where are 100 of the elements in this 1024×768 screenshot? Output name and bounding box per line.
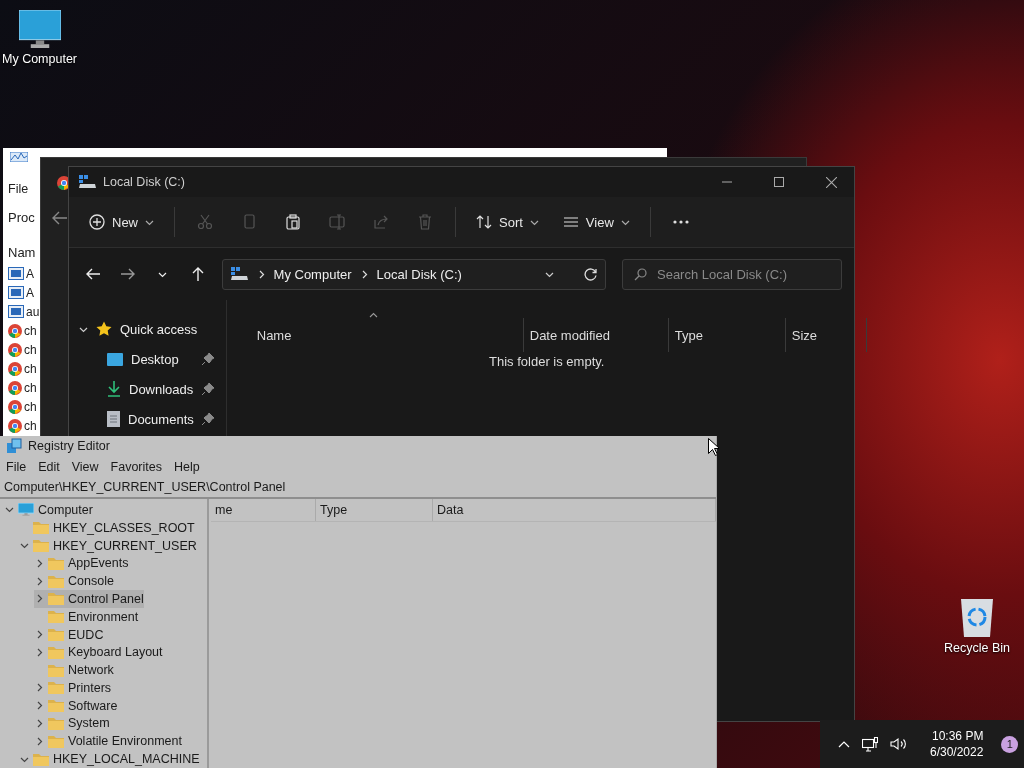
desktop-icon-label[interactable]: My Computer — [2, 52, 78, 66]
star-icon — [96, 321, 112, 337]
address-bar[interactable]: My Computer Local Disk (C:) — [221, 258, 606, 290]
chevron-down-icon — [4, 505, 14, 515]
network-monitor-icon — [862, 736, 878, 752]
folder-icon — [48, 734, 64, 748]
refresh-icon — [584, 267, 597, 281]
tree-node[interactable]: HKEY_CURRENT_USER — [19, 536, 197, 555]
process-name[interactable]: ch — [24, 323, 37, 338]
process-name[interactable]: ch — [24, 418, 37, 433]
folder-icon — [48, 556, 64, 570]
search-field[interactable]: Search Local Disk (C:) — [622, 258, 842, 290]
window-title: Registry Editor — [28, 439, 110, 454]
app-window-icon — [8, 267, 24, 280]
folder-icon — [33, 539, 49, 552]
folder-icon — [33, 521, 49, 535]
mouse-pointer-icon — [708, 438, 719, 456]
tree-node[interactable]: Console — [34, 572, 114, 590]
tree-node[interactable]: HKEY_CLASSES_ROOT — [19, 518, 195, 537]
tree-node[interactable]: Printers — [34, 679, 112, 697]
search-icon — [634, 267, 647, 281]
breadcrumb[interactable]: My Computer — [273, 266, 352, 282]
tree-node[interactable]: EUDC — [34, 625, 104, 644]
column-header[interactable]: Date modified — [523, 318, 669, 352]
recycle-bin-icon — [959, 597, 995, 637]
menu-item[interactable]: Favorites — [104, 459, 168, 474]
app-window-icon — [8, 286, 24, 299]
tree-node[interactable]: Volatile Environment — [34, 732, 182, 751]
nav-item[interactable]: Downloads — [69, 374, 226, 404]
chart-icon — [10, 152, 28, 162]
folder-icon — [48, 628, 64, 641]
folder-icon — [48, 574, 64, 588]
process-name[interactable]: A — [26, 266, 34, 281]
window-title: Local Disk (C:) — [103, 175, 186, 189]
column-header[interactable]: me — [211, 499, 316, 522]
desktop-icon — [107, 352, 123, 366]
drive-icon — [79, 175, 97, 189]
nav-item[interactable]: Quick access — [69, 314, 226, 344]
tree-node[interactable]: Keyboard Layout — [34, 643, 163, 662]
menu-item[interactable]: View — [65, 459, 105, 474]
new-button[interactable]: New — [79, 204, 164, 240]
chrome-icon — [8, 399, 22, 414]
monitor-icon — [18, 503, 34, 517]
tree-node[interactable]: Control Panel — [34, 590, 144, 608]
folder-icon — [48, 681, 64, 695]
back-arrow-icon — [85, 268, 100, 280]
column-header[interactable]: Type — [316, 499, 433, 522]
column-header[interactable]: Data — [433, 499, 716, 522]
folder-icon — [48, 610, 64, 624]
process-name[interactable]: A — [26, 285, 34, 300]
forward-arrow-icon — [120, 268, 135, 280]
folder-icon — [48, 699, 64, 713]
maximize-icon — [774, 177, 784, 187]
desktop-icon-label[interactable]: Recycle Bin — [944, 641, 1010, 655]
chevron-up-icon — [838, 740, 850, 748]
chrome-icon — [8, 361, 22, 376]
drive-icon — [230, 267, 249, 281]
process-name[interactable]: ch — [24, 380, 37, 395]
menu-item[interactable]: File — [0, 459, 33, 474]
menu-item[interactable]: File — [8, 182, 29, 202]
registry-cubes-icon — [6, 438, 22, 455]
tab[interactable]: Proc — [8, 206, 35, 230]
tree-node[interactable]: Network — [34, 661, 114, 679]
sort-up-icon — [368, 312, 378, 318]
process-name[interactable]: au — [26, 304, 40, 319]
process-name[interactable]: ch — [24, 399, 37, 414]
process-name[interactable]: ch — [24, 361, 37, 376]
folder-icon — [48, 592, 64, 606]
tree-node[interactable]: HKEY_LOCAL_MACHINE — [19, 750, 200, 768]
chevron-down-icon — [19, 541, 29, 550]
column-header[interactable]: Nam — [8, 242, 36, 264]
monitor-icon — [18, 10, 61, 48]
up-arrow-icon — [192, 267, 204, 281]
chrome-icon — [8, 342, 22, 357]
clock[interactable]: 10:36 PM 6/30/2022 — [930, 728, 984, 760]
tree-node[interactable]: Environment — [34, 607, 139, 626]
process-name[interactable]: ch — [24, 342, 37, 357]
nav-item[interactable]: Documents — [69, 404, 226, 434]
pin-icon — [201, 383, 214, 395]
column-header[interactable]: Type — [668, 318, 786, 352]
pin-icon — [201, 353, 214, 365]
column-header[interactable]: Name — [226, 318, 524, 352]
download-icon — [107, 381, 121, 397]
sort-button[interactable]: Sort — [466, 204, 549, 240]
menu-item[interactable]: Edit — [32, 459, 66, 474]
tree-node[interactable]: AppEvents — [34, 554, 129, 573]
nav-item[interactable]: Desktop — [69, 344, 226, 374]
chrome-icon — [8, 418, 22, 433]
chrome-icon — [8, 380, 22, 395]
address-bar[interactable]: Computer\HKEY_CURRENT_USER\Control Panel — [0, 476, 716, 500]
breadcrumb[interactable]: Local Disk (C:) — [376, 266, 462, 282]
notification-badge[interactable]: 1 — [1001, 735, 1019, 753]
menu-item[interactable]: Help — [168, 459, 206, 474]
app-window-icon — [8, 305, 24, 318]
tree-node[interactable]: System — [34, 714, 110, 733]
view-button[interactable]: View — [552, 204, 640, 240]
column-header[interactable]: Size — [785, 318, 867, 352]
tree-node[interactable]: Software — [34, 696, 118, 715]
document-icon — [107, 411, 120, 427]
tree-node[interactable]: Computer — [4, 501, 93, 519]
